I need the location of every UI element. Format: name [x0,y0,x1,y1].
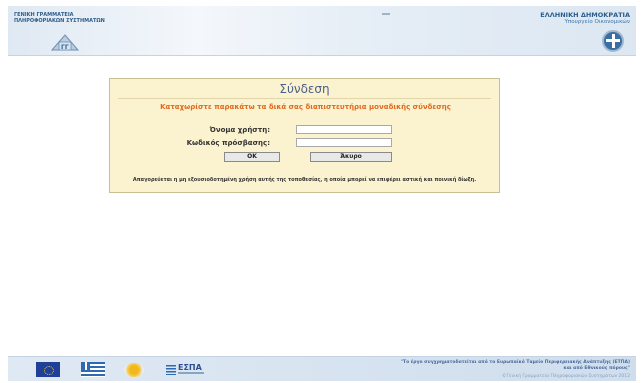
gsis-logo: ΓΓ [50,32,80,52]
greek-flag-icon [81,362,105,377]
copyright: ©Γενική Γραμματεία Πληροφοριακών Συστημά… [502,374,630,379]
password-input[interactable] [296,138,392,147]
gsis-org-name: ΓΕΝΙΚΗ ΓΡΑΜΜΑΤΕΙΑ ΠΛΗΡΟΦΟΡΙΑΚΩΝ ΣΥΣΤΗΜΑΤ… [14,12,105,24]
login-panel: Σύνδεση Καταχωρίστε παρακάτω τα δικά σας… [109,78,500,193]
ministry-name: ΕΛΛΗΝΙΚΗ ΔΗΜΟΚΡΑΤΙΑ Υπουργείο Οικονομικώ… [540,11,630,26]
org-right-line1: ΕΛΛΗΝΙΚΗ ΔΗΜΟΚΡΑΤΙΑ [540,11,630,19]
program-logo-icon [124,363,144,377]
eu-flag-icon [36,362,60,377]
funding-statement: "Το έργο συγχρηματοδοτείται από το Ευρωπ… [250,360,630,372]
funding-line2: και από Εθνικούς πόρους" [563,366,630,371]
header-divider-mark [382,13,390,15]
espa-underline [178,372,204,374]
org-right-line2: Υπουργείο Οικονομικών [564,19,630,25]
password-label: Κωδικός πρόσβασης: [186,139,270,147]
espa-logo-icon: ΕΣΠΑ [166,362,206,377]
page-header: ΓΕΝΙΚΗ ΓΡΑΜΜΑΤΕΙΑ ΠΛΗΡΟΦΟΡΙΑΚΩΝ ΣΥΣΤΗΜΑΤ… [8,6,636,56]
svg-text:ΓΓ: ΓΓ [61,44,69,51]
username-label: Όνομα χρήστη: [209,126,270,134]
cancel-button[interactable]: Άκυρο [310,152,392,162]
greek-emblem-icon [602,30,624,52]
username-input[interactable] [296,125,392,134]
espa-label: ΕΣΠΑ [178,363,202,372]
org-left-line2: ΠΛΗΡΟΦΟΡΙΑΚΩΝ ΣΥΣΤΗΜΑΤΩΝ [14,18,105,24]
title-divider [118,98,491,99]
ok-button[interactable]: OK [224,152,280,162]
login-prompt: Καταχωρίστε παρακάτω τα δικά σας διαπιστ… [160,103,451,111]
page-footer: ΕΣΠΑ "Το έργο συγχρηματοδοτείται από το … [8,356,636,381]
login-title: Σύνδεση [279,82,330,96]
legal-warning: Απαγορεύεται η μη εξουσιοδοτημένη χρήση … [132,177,477,183]
espa-bars [166,365,176,375]
